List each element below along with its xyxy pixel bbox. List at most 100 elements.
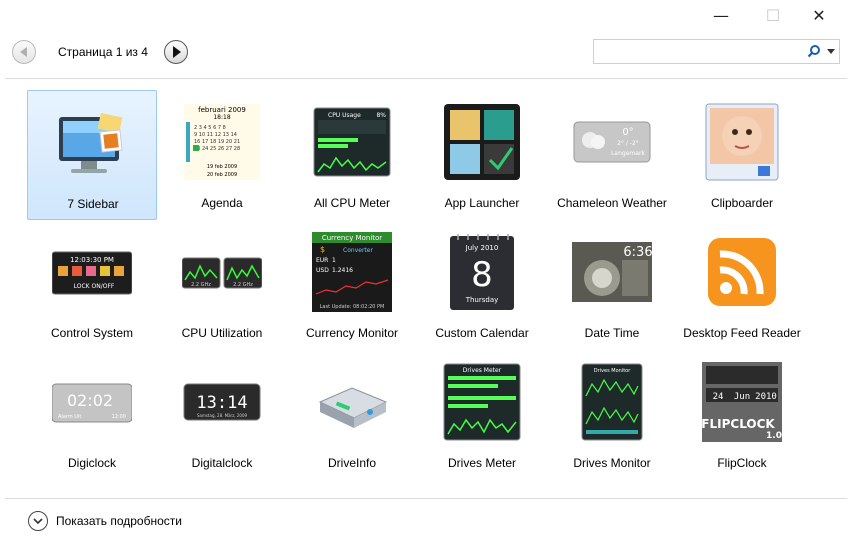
- gadget-label: Clipboarder: [710, 196, 774, 210]
- gadget-tile-cpu-utilization[interactable]: 2.2 GHz 2.2 GHz CPU Utilization: [157, 220, 287, 350]
- control-system-icon: 12:03:30 PM LOCK ON/OFF: [52, 251, 132, 295]
- arrow-right-icon: [172, 46, 181, 58]
- gadget-tile-custom-calendar[interactable]: July 2010 8 Thursday Custom Calendar: [417, 220, 547, 350]
- gadget-label: Currency Monitor: [305, 326, 399, 340]
- currency-usd: USD: [316, 267, 329, 274]
- agenda-month: februari 2009: [198, 106, 246, 114]
- flipclock-icon: 24 Jun 2010 FLIPCLOCK 1.0: [702, 362, 782, 442]
- flip-day: 24: [713, 392, 724, 402]
- custom-calendar-icon: July 2010 8 Thursday: [450, 234, 514, 310]
- svg-text:2 3 4 5 6 7 8: 2 3 4 5 6 7 8: [194, 125, 226, 131]
- show-details-label: Показать подробности: [56, 514, 182, 528]
- gadget-label: Desktop Feed Reader: [683, 326, 801, 340]
- cpu-utilization-icon: 2.2 GHz 2.2 GHz: [182, 257, 262, 289]
- gadget-tile-currency-monitor[interactable]: Currency Monitor $ Converter EUR 1 USD 1…: [287, 220, 417, 350]
- gadget-tile-7-sidebar[interactable]: 7 Sidebar: [27, 90, 157, 220]
- gadget-label: Drives Monitor: [573, 456, 651, 470]
- gadget-tile-control-system[interactable]: 12:03:30 PM LOCK ON/OFF Control System: [27, 220, 157, 350]
- close-button[interactable]: ✕: [796, 0, 842, 30]
- gadget-label: App Launcher: [444, 196, 520, 210]
- gadget-tile-digiclock[interactable]: 02:02 Alarm Uit 12:00 Digiclock: [27, 350, 157, 480]
- gadget-tile-all-cpu-meter[interactable]: CPU Usage 8% All CPU Meter: [287, 90, 417, 220]
- flip-brand: FLIPCLOCK: [702, 417, 775, 431]
- search-dropdown-icon[interactable]: [827, 49, 835, 54]
- digiclock-alarm: Alarm Uit: [58, 414, 81, 420]
- agenda-time: 18:18: [213, 114, 230, 121]
- currency-converter: Converter: [343, 247, 373, 254]
- gadget-label: Date Time: [584, 326, 640, 340]
- clipboarder-icon: [705, 103, 779, 181]
- weather-icon: 0° 2° / -2° Langemark: [573, 121, 651, 163]
- pager: Страница 1 из 4: [12, 38, 188, 66]
- gadget-label: Control System: [50, 326, 134, 340]
- svg-text:23 24 25 26 27 28: 23 24 25 26 27 28: [194, 146, 240, 152]
- gadget-label: Drives Meter: [447, 456, 516, 470]
- cpu-ghz2: 2.2 GHz: [233, 282, 253, 288]
- currency-eur: EUR: [316, 257, 328, 264]
- rss-feed-icon: [708, 238, 776, 306]
- search-icon[interactable]: [807, 44, 821, 58]
- top-separator: [5, 78, 847, 79]
- agenda-footer: 19 feb 2009: [207, 164, 237, 170]
- maximize-button: ☐: [765, 5, 781, 25]
- calendar-month: July 2010: [465, 244, 499, 252]
- cpu-meter-percent: 8%: [376, 112, 386, 119]
- weather-temp: 0°: [622, 127, 633, 138]
- gadget-label: FlipClock: [717, 456, 767, 470]
- drive-info-icon: [318, 387, 388, 428]
- svg-text:$: $: [320, 245, 325, 254]
- minimize-button[interactable]: —: [698, 0, 744, 30]
- bottom-separator: [5, 498, 847, 499]
- gadget-tile-chameleon-weather[interactable]: 0° 2° / -2° Langemark Chameleon Weather: [547, 90, 677, 220]
- gadget-tile-flipclock[interactable]: 24 Jun 2010 FLIPCLOCK 1.0 FlipClock: [677, 350, 807, 480]
- gadget-label: Agenda: [201, 196, 243, 210]
- gadget-tile-drives-meter[interactable]: Drives Meter Drives Meter: [417, 350, 547, 480]
- digitalclock-time: 13:14: [196, 393, 247, 413]
- calendar-agenda-icon: februari 2009 18:18 2 3 4 5 6 7 8 9 10 1…: [184, 104, 260, 180]
- arrow-left-icon: [19, 47, 27, 57]
- gadget-tile-app-launcher[interactable]: App Launcher: [417, 90, 547, 220]
- flip-year: 2010: [755, 392, 777, 402]
- search-input[interactable]: [598, 40, 802, 64]
- cpu-ghz1: 2.2 GHz: [191, 282, 211, 288]
- gadget-tile-driveinfo[interactable]: DriveInfo: [287, 350, 417, 480]
- weather-city: Langemark: [611, 150, 645, 157]
- gadget-tile-desktop-feed-reader[interactable]: Desktop Feed Reader: [677, 220, 807, 350]
- drives-meter-icon: Drives Meter: [443, 363, 521, 441]
- gadget-tile-date-time[interactable]: 6:36 Date Time: [547, 220, 677, 350]
- cpu-meter-title: CPU Usage: [328, 112, 361, 119]
- gadget-tile-drives-monitor[interactable]: Drives Monitor Drives Monitor: [547, 350, 677, 480]
- svg-text:9 10 11 12 13 14: 9 10 11 12 13 14: [194, 132, 237, 138]
- digiclock-alarm-time: 12:00: [112, 414, 126, 420]
- currency-update: Last Update: 08:02:20 PM: [320, 304, 385, 310]
- calendar-day: 8: [471, 255, 493, 295]
- gadget-label: Custom Calendar: [435, 326, 529, 340]
- flip-month: Jun: [734, 392, 750, 402]
- control-lock: LOCK ON/OFF: [74, 283, 115, 290]
- digitalclock-date: Samstag, 28. März, 2009: [197, 413, 248, 418]
- digiclock-icon: 02:02 Alarm Uit 12:00: [52, 383, 132, 423]
- control-time: 12:03:30 PM: [70, 256, 114, 264]
- monitor-sidebar-icon: [59, 112, 123, 173]
- previous-page-button[interactable]: [12, 40, 36, 64]
- cpu-meter-icon: CPU Usage 8%: [313, 107, 391, 177]
- gadget-label: Chameleon Weather: [557, 196, 667, 210]
- gadget-label: DriveInfo: [327, 456, 377, 470]
- gadget-label: 7 Sidebar: [67, 197, 119, 211]
- currency-title: Currency Monitor: [322, 234, 382, 242]
- digitalclock-icon: 13:14 Samstag, 28. März, 2009: [183, 383, 261, 421]
- drives-monitor-title: Drives Monitor: [594, 368, 631, 374]
- gadget-label: Digitalclock: [191, 456, 253, 470]
- svg-text:16 17 18 19 20 21: 16 17 18 19 20 21: [194, 139, 240, 145]
- gadget-tile-agenda[interactable]: februari 2009 18:18 2 3 4 5 6 7 8 9 10 1…: [157, 90, 287, 220]
- show-details-toggle[interactable]: Показать подробности: [28, 511, 182, 531]
- gadget-label: Digiclock: [67, 456, 116, 470]
- chevron-down-icon[interactable]: [28, 511, 48, 531]
- weather-range: 2° / -2°: [617, 140, 639, 147]
- gadget-tile-digitalclock[interactable]: 13:14 Samstag, 28. März, 2009 Digitalclo…: [157, 350, 287, 480]
- next-page-button[interactable]: [163, 40, 188, 64]
- gadget-tile-clipboarder[interactable]: Clipboarder: [677, 90, 807, 220]
- digiclock-time: 02:02: [67, 391, 113, 410]
- flip-version: 1.0: [766, 431, 782, 441]
- gadget-label: CPU Utilization: [181, 326, 263, 340]
